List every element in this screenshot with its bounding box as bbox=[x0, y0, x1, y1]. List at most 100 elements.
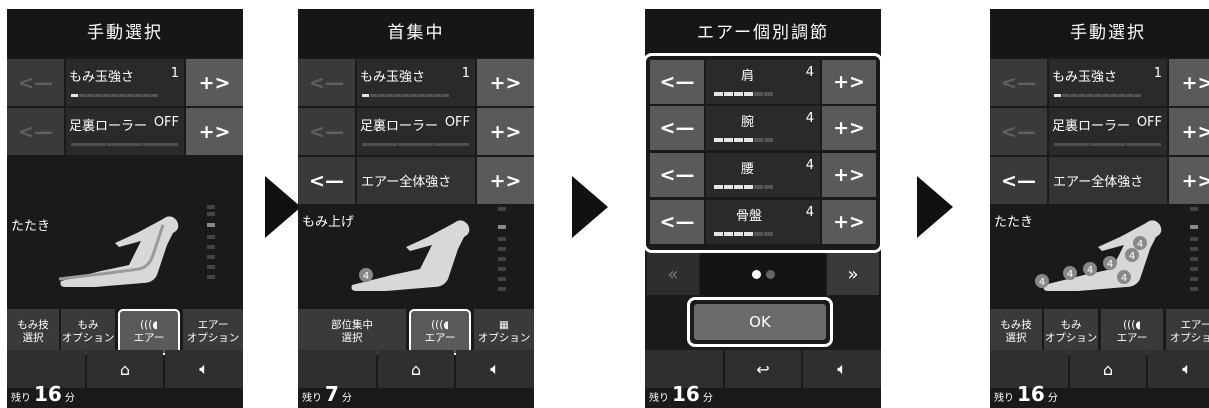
control-display: もみ玉強さ 1 bbox=[357, 59, 475, 106]
level-meter bbox=[362, 94, 449, 97]
screen-neck-focus: 首集中 <— もみ玉強さ 1 +> <— 足裏ローラー OFF +> <— エア… bbox=[298, 9, 534, 408]
speaker-icon: 🔈︎ bbox=[199, 359, 209, 378]
control-label: もみ玉強さ bbox=[360, 70, 426, 85]
control-display: もみ玉強さ 1 bbox=[66, 59, 184, 106]
menu-label: もみ オプション bbox=[61, 319, 115, 344]
pager: « » bbox=[645, 253, 881, 295]
option-button[interactable]: ▦ オプション bbox=[474, 309, 534, 355]
remaining-label: 残り bbox=[302, 393, 322, 404]
remaining-unit: 分 bbox=[702, 393, 713, 404]
decrease-button[interactable]: <— bbox=[990, 108, 1047, 155]
control-display: もみ玉強さ 1 bbox=[1049, 59, 1167, 106]
air-display: 肩 4 bbox=[706, 60, 820, 104]
air-part-label: 腕 bbox=[741, 115, 755, 130]
home-button[interactable]: ⌂ bbox=[87, 350, 163, 388]
increase-button[interactable]: +> bbox=[186, 59, 243, 106]
intensity-slider[interactable] bbox=[494, 207, 514, 307]
control-label: 足裏ローラー bbox=[69, 119, 148, 134]
momi-technique-select-button[interactable]: もみ技 選択 bbox=[7, 309, 59, 355]
volume-button[interactable]: 🔈︎ bbox=[1148, 350, 1209, 388]
air-display: 骨盤 4 bbox=[706, 200, 820, 244]
decrease-button[interactable]: <— bbox=[650, 200, 704, 244]
air-wave-icon: (((◖ bbox=[1123, 319, 1141, 331]
air-part-label: 骨盤 bbox=[736, 209, 763, 224]
decrease-button[interactable]: <— bbox=[650, 153, 704, 197]
screen-title: 手動選択 bbox=[7, 9, 243, 57]
level-meter bbox=[71, 143, 178, 146]
control-value: OFF bbox=[153, 115, 179, 130]
decrease-button[interactable]: <— bbox=[298, 157, 355, 204]
control-value: 1 bbox=[1153, 66, 1162, 81]
momi-option-button[interactable]: もみ オプション bbox=[61, 309, 115, 355]
control-value: 1 bbox=[170, 66, 179, 81]
momi-option-button[interactable]: もみ オプション bbox=[1044, 309, 1098, 355]
intensity-slider[interactable] bbox=[203, 205, 223, 305]
menu-label: エアー bbox=[424, 332, 456, 344]
air-part-value: 4 bbox=[805, 111, 814, 126]
page-next-button[interactable]: » bbox=[827, 253, 879, 295]
volume-button[interactable]: 🔈︎ bbox=[456, 350, 534, 388]
decrease-button[interactable]: <— bbox=[650, 60, 704, 104]
remaining-unit: 分 bbox=[341, 393, 352, 404]
decrease-button[interactable]: <— bbox=[298, 59, 355, 106]
intensity-slider[interactable] bbox=[1186, 207, 1206, 307]
menu-label: エアー オプション bbox=[1169, 319, 1209, 344]
area-focus-select-button[interactable]: 部位集中 選択 bbox=[298, 309, 406, 355]
remaining-time: 残り 7 分 bbox=[302, 382, 352, 406]
remaining-time: 残り 16 分 bbox=[994, 382, 1058, 406]
control-row-foot-roller: <— 足裏ローラー OFF +> bbox=[990, 108, 1209, 155]
decrease-button[interactable]: <— bbox=[990, 157, 1047, 204]
level-meter bbox=[714, 185, 773, 189]
decrease-button[interactable]: <— bbox=[7, 59, 64, 106]
control-label: もみ玉強さ bbox=[1052, 70, 1118, 85]
momi-technique-select-button[interactable]: もみ技 選択 bbox=[990, 309, 1042, 355]
increase-button[interactable]: +> bbox=[822, 200, 876, 244]
home-button[interactable]: ⌂ bbox=[1070, 350, 1146, 388]
level-meter bbox=[714, 138, 773, 142]
air-button[interactable]: (((◖ エアー bbox=[118, 309, 180, 355]
control-label: エアー全体強さ bbox=[1049, 157, 1167, 204]
ok-highlight: OK bbox=[687, 297, 833, 347]
control-row-momi-strength: <— もみ玉強さ 1 +> bbox=[298, 59, 534, 106]
remaining-value: 16 bbox=[1017, 382, 1045, 406]
decrease-button[interactable]: <— bbox=[298, 108, 355, 155]
decrease-button[interactable]: <— bbox=[7, 108, 64, 155]
control-label: 足裏ローラー bbox=[1052, 119, 1131, 134]
increase-button[interactable]: +> bbox=[477, 59, 534, 106]
back-button[interactable]: ↩ bbox=[725, 350, 801, 388]
remaining-unit: 分 bbox=[64, 393, 75, 404]
page-prev-button[interactable]: « bbox=[647, 253, 699, 295]
massage-chair-icon bbox=[58, 216, 179, 287]
increase-button[interactable]: +> bbox=[822, 60, 876, 104]
level-meter bbox=[1054, 143, 1161, 146]
flow-arrow-icon bbox=[265, 176, 301, 238]
remaining-value: 7 bbox=[325, 382, 339, 406]
increase-button[interactable]: +> bbox=[822, 153, 876, 197]
volume-button[interactable]: 🔈︎ bbox=[165, 350, 243, 388]
increase-button[interactable]: +> bbox=[477, 108, 534, 155]
home-icon: ⌂ bbox=[119, 359, 131, 379]
decrease-button[interactable]: <— bbox=[650, 106, 704, 150]
increase-button[interactable]: +> bbox=[822, 106, 876, 150]
air-option-button[interactable]: エアー オプション bbox=[1166, 309, 1209, 355]
control-value: OFF bbox=[444, 115, 470, 130]
remaining-unit: 分 bbox=[1047, 393, 1058, 404]
control-display: 足裏ローラー OFF bbox=[1049, 108, 1167, 155]
air-button[interactable]: (((◖ エアー bbox=[409, 309, 471, 355]
increase-button[interactable]: +> bbox=[1169, 157, 1209, 204]
home-button[interactable]: ⌂ bbox=[378, 350, 454, 388]
svg-text:4: 4 bbox=[1137, 239, 1143, 250]
increase-button[interactable]: +> bbox=[1169, 59, 1209, 106]
ok-button[interactable]: OK bbox=[694, 304, 826, 340]
increase-button[interactable]: +> bbox=[1169, 108, 1209, 155]
menu-label: 部位集中 選択 bbox=[331, 319, 373, 344]
decrease-button[interactable]: <— bbox=[990, 59, 1047, 106]
increase-button[interactable]: +> bbox=[477, 157, 534, 204]
air-button[interactable]: (((◖ エアー bbox=[1101, 309, 1163, 355]
svg-text:4: 4 bbox=[1121, 273, 1127, 284]
volume-button[interactable]: 🔈︎ bbox=[803, 350, 881, 388]
control-value: OFF bbox=[1136, 115, 1162, 130]
air-option-button[interactable]: エアー オプション bbox=[183, 309, 243, 355]
increase-button[interactable]: +> bbox=[186, 108, 243, 155]
massage-chair-icon: 44 4 4444 bbox=[1035, 220, 1162, 291]
